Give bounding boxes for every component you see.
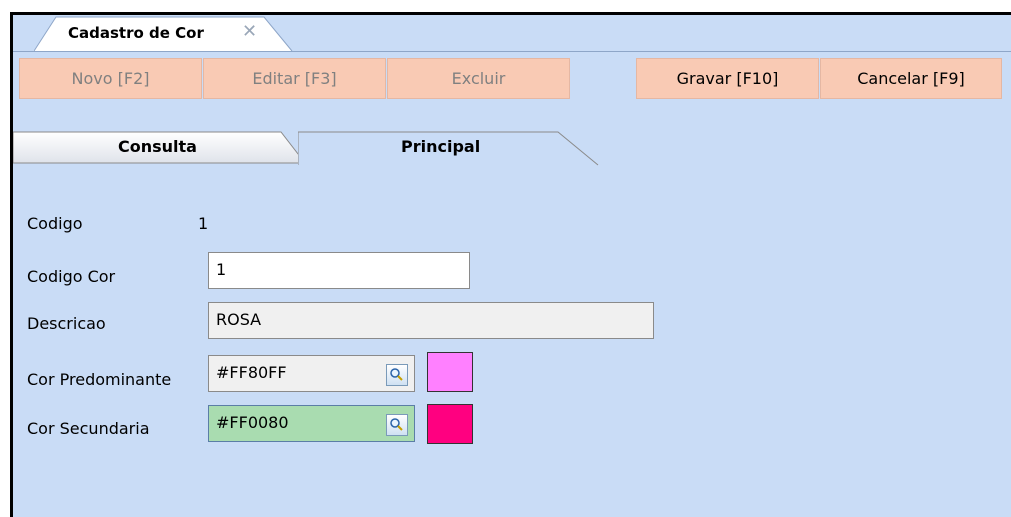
tab-consulta[interactable]: Consulta [13, 129, 307, 164]
cor-predominante-swatch [427, 352, 473, 392]
codigo-cor-input[interactable]: 1 [208, 252, 470, 289]
document-tab-title: Cadastro de Cor [68, 24, 204, 42]
window: Cadastro de Cor ✕ Novo [F2] Editar [F3] … [0, 0, 1011, 517]
gravar-button[interactable]: Gravar [F10] [636, 58, 819, 99]
cor-secundaria-search-icon[interactable] [386, 414, 408, 436]
cancelar-button[interactable]: Cancelar [F9] [820, 58, 1002, 99]
magnifier-icon [390, 368, 403, 381]
close-icon[interactable]: ✕ [242, 21, 257, 42]
codigo-label: Codigo [27, 214, 83, 233]
tab-divider [13, 51, 1011, 52]
form-frame: Cadastro de Cor ✕ Novo [F2] Editar [F3] … [10, 12, 1011, 517]
document-tab[interactable]: Cadastro de Cor ✕ [34, 15, 294, 52]
cor-predominante-label: Cor Predominante [27, 370, 172, 389]
cor-predominante-input[interactable]: #FF80FF [208, 355, 415, 392]
tab-principal-label: Principal [401, 137, 481, 156]
novo-button[interactable]: Novo [F2] [19, 58, 202, 99]
tab-consulta-label: Consulta [118, 137, 197, 156]
cor-secundaria-swatch [427, 404, 473, 444]
view-tabs: Consulta Principal [13, 125, 1011, 166]
cor-secundaria-label: Cor Secundaria [27, 419, 150, 438]
cor-secundaria-input[interactable]: #FF0080 [208, 405, 415, 442]
excluir-button[interactable]: Excluir [387, 58, 570, 99]
descricao-label: Descricao [27, 314, 106, 333]
codigo-cor-label: Codigo Cor [27, 267, 116, 286]
cor-predominante-search-icon[interactable] [386, 364, 408, 386]
codigo-value: 1 [198, 214, 209, 233]
descricao-input[interactable]: ROSA [208, 302, 654, 339]
tab-principal[interactable]: Principal [298, 129, 603, 166]
editar-button[interactable]: Editar [F3] [203, 58, 386, 99]
magnifier-icon [390, 418, 403, 431]
